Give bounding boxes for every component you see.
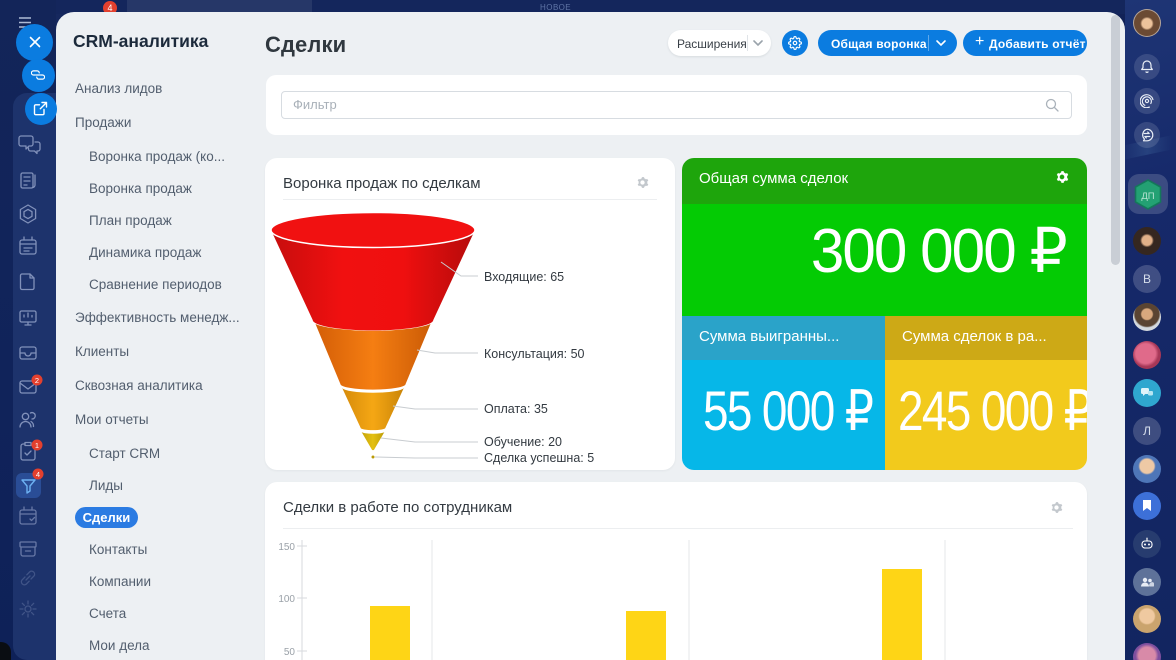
- svg-text:2: 2: [35, 376, 39, 385]
- svg-text:150: 150: [278, 542, 295, 553]
- svg-text:Оплата: 35: Оплата: 35: [484, 402, 548, 416]
- svg-text:Входящие: 65: Входящие: 65: [484, 270, 564, 284]
- svg-text:Сделка успешна: 5: Сделка успешна: 5: [484, 451, 594, 465]
- svg-text:100: 100: [278, 594, 295, 605]
- svg-text:ДП: ДП: [1141, 191, 1154, 202]
- svg-text:Обучение: 20: Обучение: 20: [484, 435, 562, 449]
- svg-text:4: 4: [36, 470, 40, 479]
- svg-text:1: 1: [35, 441, 39, 450]
- svg-text:50: 50: [284, 647, 296, 658]
- svg-text:Консультация: 50: Консультация: 50: [484, 347, 585, 361]
